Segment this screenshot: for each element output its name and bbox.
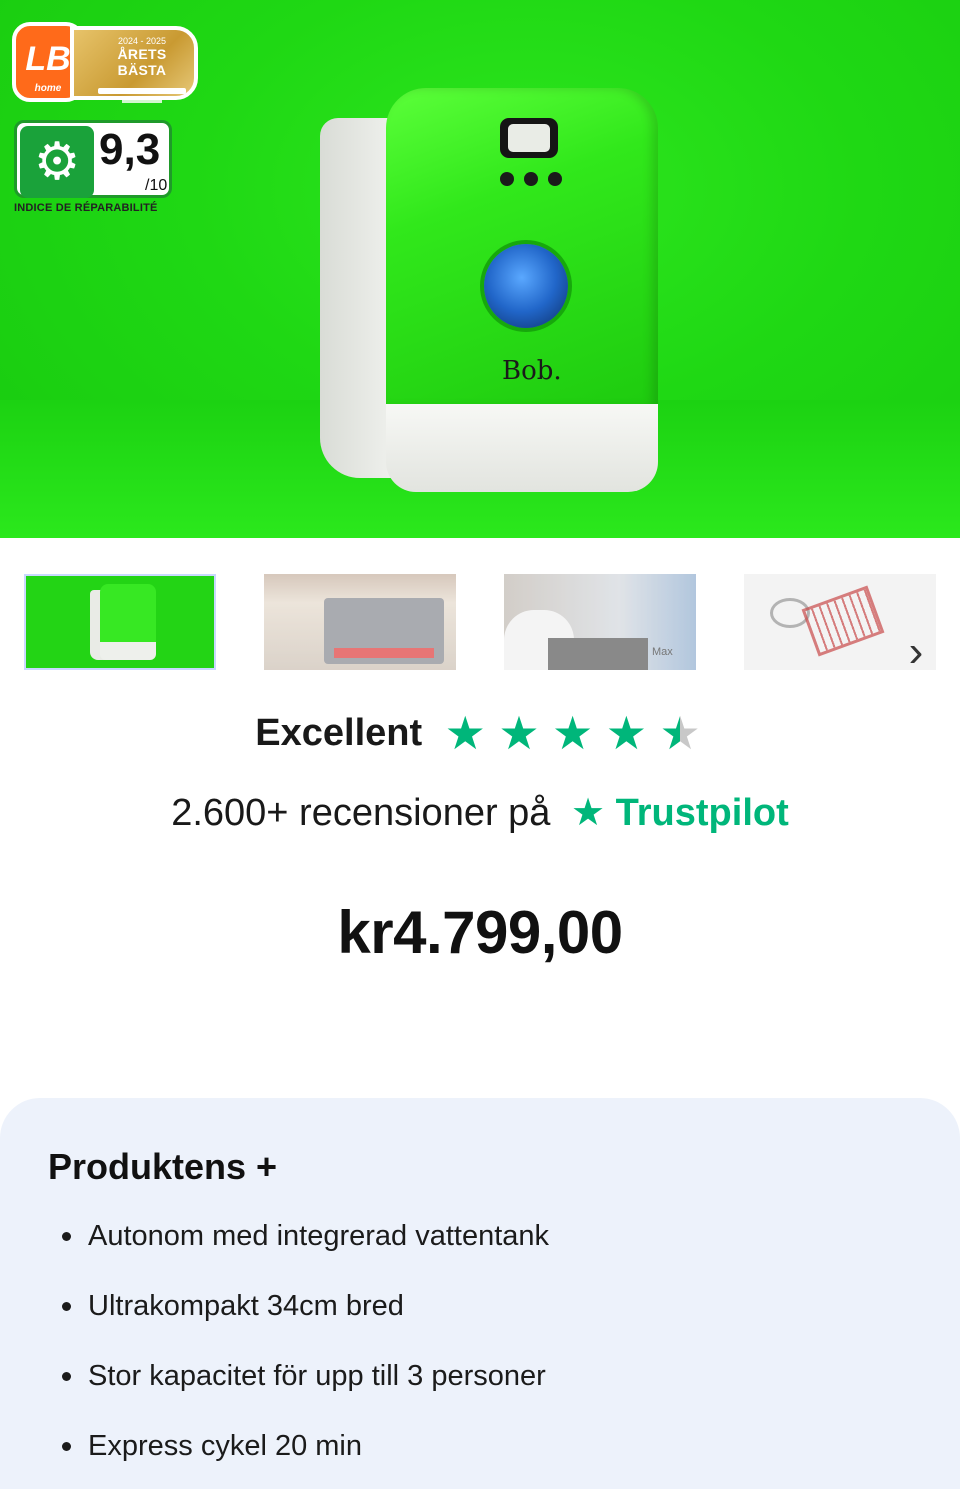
product-benefits-panel: Produktens + Autonom med integrerad vatt… — [0, 1098, 960, 1489]
chevron-right-icon[interactable]: › — [898, 630, 934, 676]
star-half-icon: ★ — [659, 707, 701, 759]
thumbnail-2[interactable] — [264, 574, 456, 670]
award-bar-small — [122, 100, 162, 103]
trustpilot-star-icon: ★ — [571, 792, 606, 834]
thumbnail-3[interactable]: Max — [504, 574, 696, 670]
trustpilot-rating[interactable]: Excellent ★ ★ ★ ★ ★ — [0, 710, 960, 766]
star-icon: ★ — [605, 707, 647, 759]
thumbnail-dishwasher — [90, 584, 156, 662]
thumbnail-1[interactable] — [24, 574, 216, 670]
dishwasher-window — [484, 244, 568, 328]
product-hero-image[interactable]: Bob. LB home 2024 - 2025 ÅRETS BÄSTA ⚙ 9… — [0, 0, 960, 538]
benefit-item: Autonom med integrerad vattentank — [60, 1216, 549, 1286]
repairability-scale: /10 — [145, 177, 168, 194]
award-ribbon: 2024 - 2025 ÅRETS BÄSTA — [70, 26, 198, 103]
star-icon: ★ — [552, 707, 594, 759]
product-price: kr4.799,00 — [337, 899, 623, 966]
dishwasher-buttons — [500, 170, 564, 188]
gear-wrench-icon: ⚙ — [20, 126, 94, 198]
thumbnail-basket — [801, 585, 885, 657]
repairability-label: INDICE DE RÉPARABILITÉ — [14, 202, 158, 214]
product-logo: Bob. — [502, 356, 562, 386]
benefit-item: Express cykel 20 min — [60, 1426, 549, 1489]
benefit-item: Ultrakompakt 34cm bred — [60, 1286, 549, 1356]
star-icon: ★ — [498, 707, 540, 759]
reviews-line[interactable]: 2.600+ recensioner på ★ Trustpilot — [0, 790, 960, 842]
award-badge: LB home 2024 - 2025 ÅRETS BÄSTA — [12, 22, 198, 104]
award-bar — [98, 88, 186, 94]
thumbnail-strip — [548, 638, 648, 670]
award-title: ÅRETS BÄSTA — [117, 46, 167, 78]
thumbnail-rack — [324, 598, 444, 664]
repairability-box: ⚙ 9,3 /10 — [14, 120, 172, 198]
rating-label: Excellent — [255, 711, 423, 754]
benefits-title: Produktens + — [48, 1146, 278, 1187]
dishwasher-illustration: Bob. — [316, 86, 662, 496]
lb-logo-text: LB — [25, 40, 71, 78]
thumbnail-gallery: Max › — [0, 560, 960, 684]
reviews-count: 2.600+ recensioner på — [171, 792, 551, 834]
thumbnail-max-label: Max — [652, 646, 673, 658]
star-icon: ★ — [444, 707, 486, 759]
dishwasher-base — [386, 404, 658, 492]
trustpilot-brand: Trustpilot — [615, 792, 789, 834]
repairability-badge: ⚙ 9,3 /10 INDICE DE RÉPARABILITÉ — [14, 120, 174, 216]
benefits-list: Autonom med integrerad vattentank Ultrak… — [60, 1216, 549, 1489]
repairability-score: 9,3 — [99, 125, 161, 174]
dishwasher-display — [500, 118, 558, 158]
rating-stars: ★ ★ ★ ★ ★ — [441, 710, 705, 756]
benefit-item: Stor kapacitet för upp till 3 personer — [60, 1356, 549, 1426]
award-years: 2024 - 2025 — [117, 36, 167, 46]
